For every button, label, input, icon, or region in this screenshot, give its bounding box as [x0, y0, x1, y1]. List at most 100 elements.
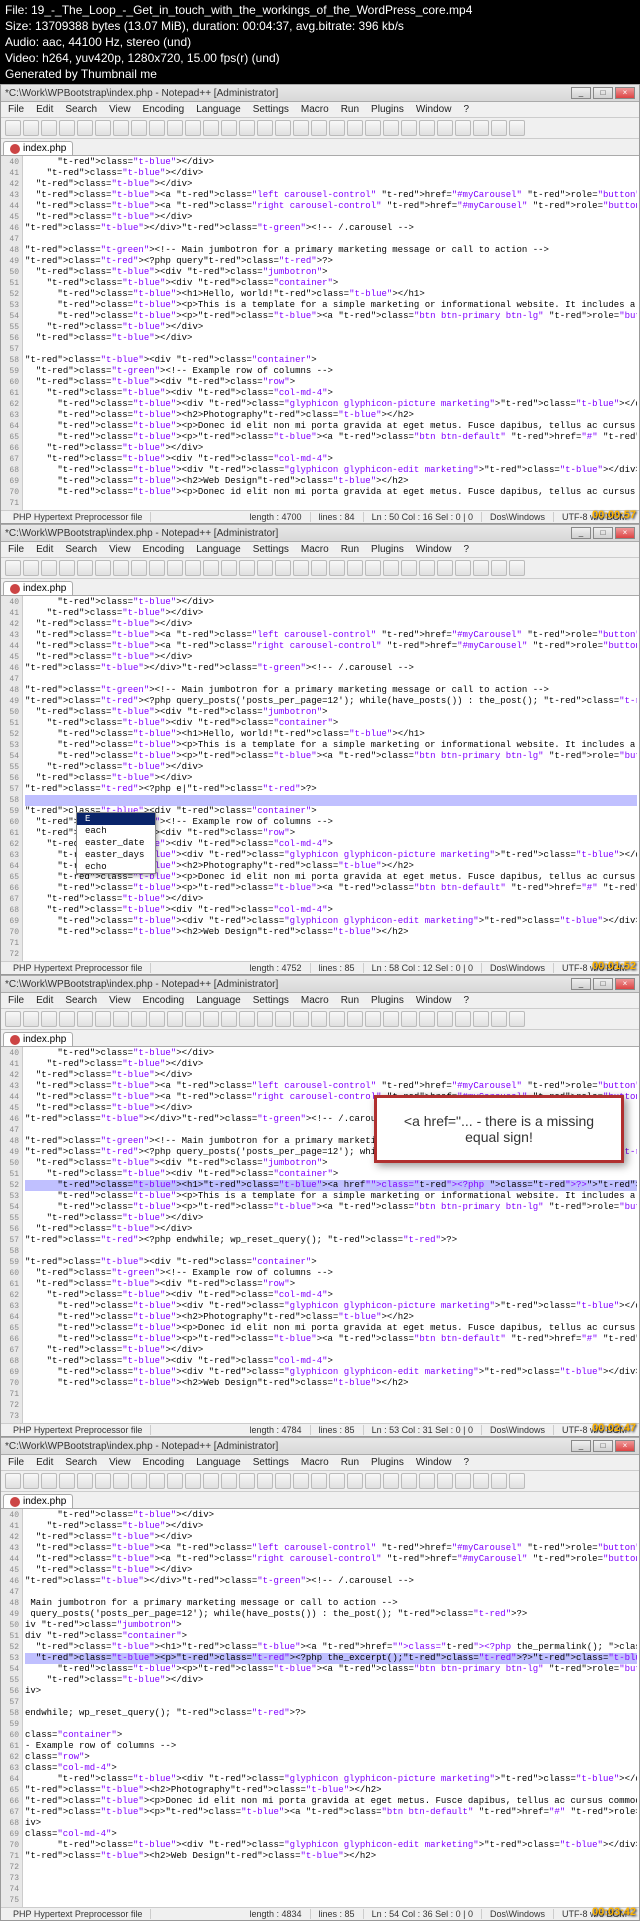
toolbar-btn-25[interactable]: [455, 1011, 471, 1027]
toolbar-btn-23[interactable]: [419, 560, 435, 576]
autocomplete-item[interactable]: E: [77, 813, 155, 825]
menu-macro[interactable]: Macro: [298, 543, 332, 556]
toolbar-btn-21[interactable]: [383, 1011, 399, 1027]
toolbar-btn-2[interactable]: [41, 560, 57, 576]
toolbar-btn-11[interactable]: [203, 120, 219, 136]
menu-plugins[interactable]: Plugins: [368, 103, 407, 116]
toolbar-btn-24[interactable]: [437, 1011, 453, 1027]
toolbar-btn-7[interactable]: [131, 1011, 147, 1027]
toolbar-btn-15[interactable]: [275, 120, 291, 136]
toolbar-btn-24[interactable]: [437, 560, 453, 576]
file-tab[interactable]: index.php: [3, 581, 73, 595]
toolbar-btn-2[interactable]: [41, 120, 57, 136]
menu-edit[interactable]: Edit: [33, 1456, 56, 1469]
code-editor[interactable]: 4041424344454647484950515253545556575859…: [1, 1509, 639, 1907]
toolbar-btn-23[interactable]: [419, 120, 435, 136]
close-button[interactable]: ×: [615, 978, 635, 990]
toolbar-btn-17[interactable]: [311, 1473, 327, 1489]
toolbar-btn-25[interactable]: [455, 120, 471, 136]
toolbar-btn-19[interactable]: [347, 120, 363, 136]
menu-?[interactable]: ?: [460, 1456, 472, 1469]
toolbar-btn-18[interactable]: [329, 120, 345, 136]
code-area[interactable]: "t-red">class="t-blue"></div> "t-red">cl…: [23, 596, 639, 961]
menu-window[interactable]: Window: [413, 994, 455, 1007]
toolbar-btn-6[interactable]: [113, 1473, 129, 1489]
menu-run[interactable]: Run: [338, 1456, 362, 1469]
toolbar-btn-10[interactable]: [185, 120, 201, 136]
toolbar-btn-28[interactable]: [509, 560, 525, 576]
toolbar-btn-12[interactable]: [221, 560, 237, 576]
menu-run[interactable]: Run: [338, 103, 362, 116]
toolbar-btn-6[interactable]: [113, 1011, 129, 1027]
toolbar-btn-9[interactable]: [167, 1011, 183, 1027]
toolbar-btn-22[interactable]: [401, 560, 417, 576]
toolbar-btn-18[interactable]: [329, 560, 345, 576]
toolbar-btn-18[interactable]: [329, 1473, 345, 1489]
menu-file[interactable]: File: [5, 994, 27, 1007]
menu-plugins[interactable]: Plugins: [368, 543, 407, 556]
toolbar-btn-5[interactable]: [95, 1473, 111, 1489]
menu-view[interactable]: View: [106, 1456, 134, 1469]
toolbar-btn-28[interactable]: [509, 120, 525, 136]
toolbar-btn-4[interactable]: [77, 120, 93, 136]
toolbar-btn-17[interactable]: [311, 120, 327, 136]
menu-run[interactable]: Run: [338, 543, 362, 556]
toolbar-btn-11[interactable]: [203, 1011, 219, 1027]
autocomplete-item[interactable]: each: [77, 825, 155, 837]
menu-encoding[interactable]: Encoding: [140, 103, 188, 116]
menu-encoding[interactable]: Encoding: [140, 1456, 188, 1469]
toolbar-btn-21[interactable]: [383, 120, 399, 136]
menu-language[interactable]: Language: [193, 103, 244, 116]
autocomplete-item[interactable]: echo: [77, 861, 155, 873]
toolbar-btn-7[interactable]: [131, 1473, 147, 1489]
toolbar-btn-16[interactable]: [293, 120, 309, 136]
autocomplete-item[interactable]: easter_date: [77, 837, 155, 849]
menu-edit[interactable]: Edit: [33, 543, 56, 556]
toolbar-btn-20[interactable]: [365, 120, 381, 136]
toolbar-btn-25[interactable]: [455, 560, 471, 576]
menu-settings[interactable]: Settings: [250, 103, 292, 116]
file-tab[interactable]: index.php: [3, 141, 73, 155]
toolbar-btn-4[interactable]: [77, 1473, 93, 1489]
toolbar-btn-27[interactable]: [491, 120, 507, 136]
menu-view[interactable]: View: [106, 103, 134, 116]
toolbar-btn-27[interactable]: [491, 1473, 507, 1489]
toolbar-btn-14[interactable]: [257, 1473, 273, 1489]
menu-?[interactable]: ?: [460, 103, 472, 116]
toolbar-btn-13[interactable]: [239, 1011, 255, 1027]
toolbar-btn-20[interactable]: [365, 1473, 381, 1489]
toolbar-btn-16[interactable]: [293, 1011, 309, 1027]
menu-macro[interactable]: Macro: [298, 994, 332, 1007]
toolbar-btn-14[interactable]: [257, 560, 273, 576]
toolbar-btn-3[interactable]: [59, 120, 75, 136]
close-button[interactable]: ×: [615, 1440, 635, 1452]
toolbar-btn-24[interactable]: [437, 1473, 453, 1489]
toolbar-btn-5[interactable]: [95, 560, 111, 576]
close-button[interactable]: ×: [615, 527, 635, 539]
menu-?[interactable]: ?: [460, 994, 472, 1007]
toolbar-btn-16[interactable]: [293, 560, 309, 576]
code-editor[interactable]: 4041424344454647484950515253545556575859…: [1, 596, 639, 961]
toolbar-btn-4[interactable]: [77, 1011, 93, 1027]
menu-window[interactable]: Window: [413, 1456, 455, 1469]
toolbar-btn-17[interactable]: [311, 560, 327, 576]
toolbar-btn-15[interactable]: [275, 560, 291, 576]
toolbar-btn-5[interactable]: [95, 1011, 111, 1027]
toolbar-btn-12[interactable]: [221, 120, 237, 136]
toolbar-btn-1[interactable]: [23, 1473, 39, 1489]
toolbar-btn-21[interactable]: [383, 560, 399, 576]
menu-window[interactable]: Window: [413, 543, 455, 556]
close-button[interactable]: ×: [615, 87, 635, 99]
toolbar-btn-9[interactable]: [167, 1473, 183, 1489]
menu-language[interactable]: Language: [193, 1456, 244, 1469]
toolbar-btn-1[interactable]: [23, 1011, 39, 1027]
toolbar-btn-23[interactable]: [419, 1011, 435, 1027]
maximize-button[interactable]: □: [593, 1440, 613, 1452]
menu-search[interactable]: Search: [62, 103, 100, 116]
toolbar-btn-6[interactable]: [113, 560, 129, 576]
toolbar-btn-8[interactable]: [149, 1473, 165, 1489]
maximize-button[interactable]: □: [593, 527, 613, 539]
menu-file[interactable]: File: [5, 543, 27, 556]
toolbar-btn-6[interactable]: [113, 120, 129, 136]
toolbar-btn-10[interactable]: [185, 1473, 201, 1489]
